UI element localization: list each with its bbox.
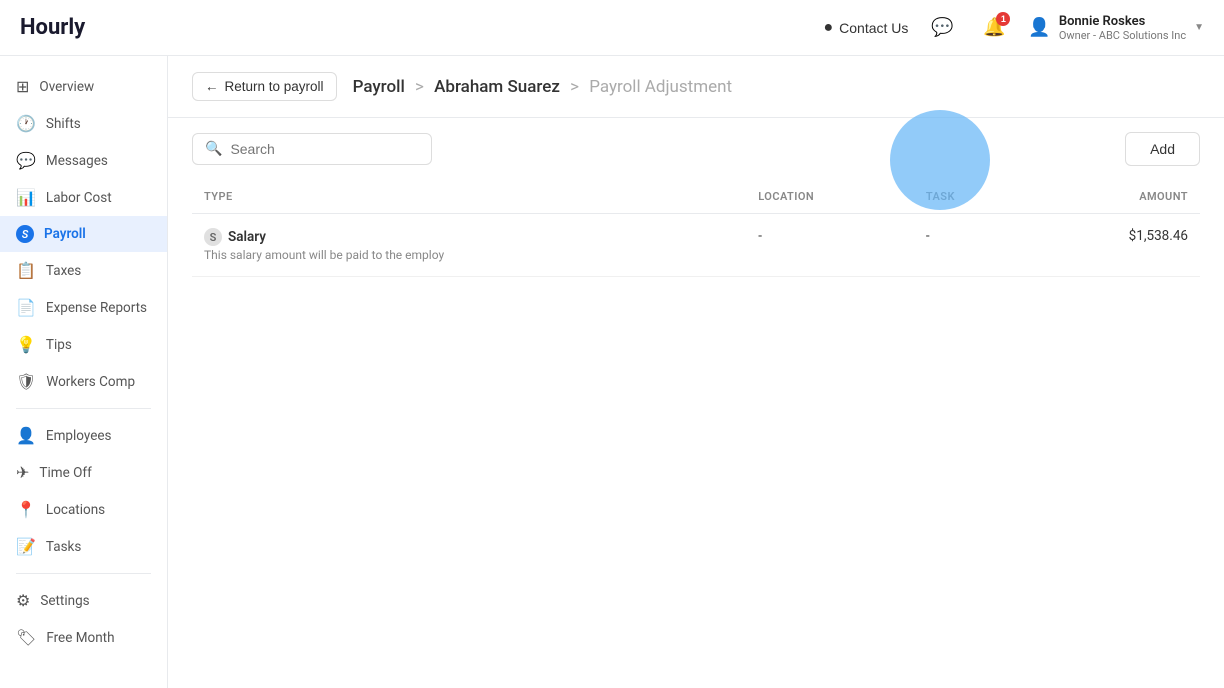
sidebar-label-locations: Locations	[46, 502, 105, 518]
sidebar-label-settings: Settings	[40, 593, 89, 609]
sidebar-item-shifts[interactable]: 🕐 Shifts	[0, 105, 167, 142]
settings-icon: ⚙	[16, 591, 30, 610]
notification-count: 1	[996, 12, 1010, 26]
chevron-down-icon: ▼	[1194, 22, 1204, 33]
sidebar-item-messages[interactable]: 💬 Messages	[0, 142, 167, 179]
messages-icon: 💬	[16, 151, 36, 170]
sidebar-item-taxes[interactable]: 📋 Taxes	[0, 252, 167, 289]
breadcrumb: Payroll > Abraham Suarez > Payroll Adjus…	[353, 77, 733, 97]
col-header-task: TASK	[914, 180, 1025, 214]
expense-reports-icon: 📄	[16, 298, 36, 317]
sidebar-label-tips: Tips	[46, 337, 72, 353]
employees-icon: 👤	[16, 426, 36, 445]
sidebar-label-taxes: Taxes	[46, 263, 81, 279]
header: Hourly ● Contact Us 💬 🔔 1 👤 Bonnie Roske…	[0, 0, 1224, 56]
sidebar-label-payroll: Payroll	[44, 226, 86, 242]
app-logo: Hourly	[20, 15, 85, 40]
sidebar-item-locations[interactable]: 📍 Locations	[0, 491, 167, 528]
tips-icon: 💡	[16, 335, 36, 354]
sidebar-divider-2	[16, 573, 151, 574]
table-row: S Salary This salary amount will be paid…	[192, 214, 1200, 277]
user-details: Bonnie Roskes Owner - ABC Solutions Inc	[1059, 14, 1186, 42]
salary-label: Salary	[228, 229, 266, 245]
sidebar-item-payroll[interactable]: S Payroll	[0, 216, 167, 252]
sidebar-item-expense-reports[interactable]: 📄 Expense Reports	[0, 289, 167, 326]
messages-icon-button[interactable]: 💬	[924, 10, 960, 46]
sidebar: ⊞ Overview 🕐 Shifts 💬 Messages 📊 Labor C…	[0, 56, 168, 688]
sidebar-item-labor-cost[interactable]: 📊 Labor Cost	[0, 179, 167, 216]
col-header-location: LOCATION	[746, 180, 914, 214]
salary-icon: S	[204, 228, 222, 246]
labor-cost-icon: 📊	[16, 188, 36, 207]
search-input[interactable]	[230, 141, 419, 157]
sidebar-label-labor-cost: Labor Cost	[46, 190, 112, 206]
content-header: ← Return to payroll Payroll > Abraham Su…	[168, 56, 1224, 118]
shifts-icon: 🕐	[16, 114, 36, 133]
sidebar-label-employees: Employees	[46, 428, 112, 444]
search-box: 🔍	[192, 133, 432, 165]
breadcrumb-payroll: Payroll	[353, 77, 405, 97]
sidebar-label-time-off: Time Off	[39, 465, 91, 481]
breadcrumb-sep1: >	[415, 77, 424, 97]
time-off-icon: ✈	[16, 463, 29, 482]
table-container: TYPE LOCATION TASK AMOUNT S Salary	[168, 180, 1224, 688]
arrow-left-icon: ←	[205, 79, 219, 94]
notifications-button[interactable]: 🔔 1	[976, 10, 1012, 46]
sidebar-label-expense-reports: Expense Reports	[46, 300, 147, 316]
sidebar-label-workers-comp: Workers Comp	[46, 374, 135, 390]
breadcrumb-current: Payroll Adjustment	[589, 77, 732, 97]
sidebar-item-time-off[interactable]: ✈ Time Off	[0, 454, 167, 491]
col-header-amount: AMOUNT	[1025, 180, 1200, 214]
header-actions: ● Contact Us 💬 🔔 1 👤 Bonnie Roskes Owner…	[823, 10, 1204, 46]
col-header-type: TYPE	[192, 180, 746, 214]
chat-icon: 💬	[931, 17, 953, 38]
sidebar-divider-1	[16, 408, 151, 409]
sidebar-item-settings[interactable]: ⚙ Settings	[0, 582, 167, 619]
question-icon: ●	[823, 19, 833, 37]
amount-cell: $1,538.46	[1025, 214, 1200, 277]
search-icon: 🔍	[205, 141, 222, 157]
breadcrumb-sep2: >	[570, 77, 579, 97]
location-cell: -	[746, 214, 914, 277]
breadcrumb-employee: Abraham Suarez	[434, 77, 560, 97]
main-content: ← Return to payroll Payroll > Abraham Su…	[168, 56, 1224, 688]
workers-comp-icon: 🛡	[16, 372, 36, 391]
contact-us-button[interactable]: ● Contact Us	[823, 19, 908, 37]
add-button[interactable]: Add	[1125, 132, 1200, 166]
type-cell: S Salary This salary amount will be paid…	[192, 214, 746, 277]
taxes-icon: 📋	[16, 261, 36, 280]
sidebar-item-tips[interactable]: 💡 Tips	[0, 326, 167, 363]
user-icon: 👤	[1028, 17, 1050, 38]
overview-icon: ⊞	[16, 77, 29, 96]
task-cell: -	[914, 214, 1025, 277]
sidebar-label-shifts: Shifts	[46, 116, 81, 132]
sidebar-label-free-month: Free Month	[46, 630, 114, 646]
sidebar-item-workers-comp[interactable]: 🛡 Workers Comp	[0, 363, 167, 400]
sidebar-label-overview: Overview	[39, 79, 94, 95]
adjustments-table: TYPE LOCATION TASK AMOUNT S Salary	[192, 180, 1200, 277]
salary-description: This salary amount will be paid to the e…	[204, 248, 734, 262]
return-to-payroll-button[interactable]: ← Return to payroll	[192, 72, 337, 101]
sidebar-item-tasks[interactable]: 📝 Tasks	[0, 528, 167, 565]
toolbar: 🔍 Add	[168, 118, 1224, 180]
free-month-icon: 🏷	[16, 628, 36, 647]
payroll-icon: S	[16, 225, 34, 243]
main-layout: ⊞ Overview 🕐 Shifts 💬 Messages 📊 Labor C…	[0, 56, 1224, 688]
sidebar-label-tasks: Tasks	[46, 539, 81, 555]
sidebar-item-free-month[interactable]: 🏷 Free Month	[0, 619, 167, 656]
sidebar-item-overview[interactable]: ⊞ Overview	[0, 68, 167, 105]
locations-icon: 📍	[16, 500, 36, 519]
table-header: TYPE LOCATION TASK AMOUNT	[192, 180, 1200, 214]
sidebar-item-employees[interactable]: 👤 Employees	[0, 417, 167, 454]
user-menu[interactable]: 👤 Bonnie Roskes Owner - ABC Solutions In…	[1028, 14, 1204, 42]
tasks-icon: 📝	[16, 537, 36, 556]
sidebar-label-messages: Messages	[46, 153, 108, 169]
